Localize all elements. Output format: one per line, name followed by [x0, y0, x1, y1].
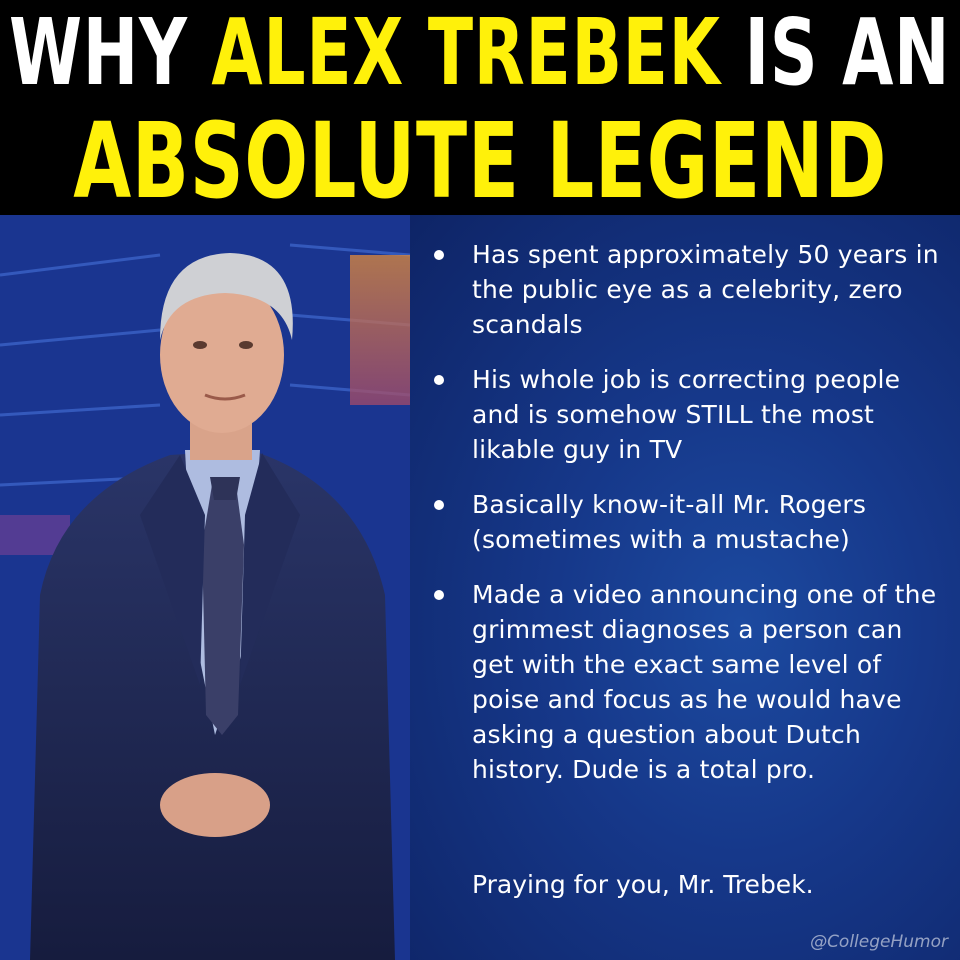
headline: WHY ALEX TREBEK IS AN ABSOLUTE LEGEND	[0, 0, 960, 215]
headline-white-end: IS AN	[721, 0, 951, 106]
bullet-text: Has spent approximately 50 years in the …	[472, 240, 939, 339]
text-panel: Has spent approximately 50 years in the …	[410, 215, 960, 960]
headline-line-2: ABSOLUTE LEGEND	[73, 99, 887, 222]
portrait-illustration	[0, 215, 410, 960]
watermark: @CollegeHumor	[810, 932, 948, 952]
headline-line-1: WHY ALEX TREBEK IS AN	[9, 6, 950, 99]
bullet-list: Has spent approximately 50 years in the …	[432, 237, 950, 807]
headline-highlight-name: ALEX TREBEK	[211, 0, 722, 106]
meme-card: WHY ALEX TREBEK IS AN ABSOLUTE LEGEND Ha…	[0, 0, 960, 960]
bullet-dot-icon	[434, 590, 444, 600]
portrait-photo	[0, 215, 410, 960]
bullet-text: His whole job is correcting people and i…	[472, 365, 901, 464]
clasped-hands	[160, 773, 270, 837]
closing-line: Praying for you, Mr. Trebek.	[472, 870, 814, 899]
bullet-text: Made a video announcing one of the grimm…	[472, 580, 937, 784]
bullet-text: Basically know-it-all Mr. Rogers (someti…	[472, 490, 867, 554]
list-item: Has spent approximately 50 years in the …	[432, 237, 950, 342]
bullet-dot-icon	[434, 250, 444, 260]
bullet-dot-icon	[434, 375, 444, 385]
headline-white-start: WHY	[9, 0, 212, 106]
bullet-dot-icon	[434, 500, 444, 510]
background-sunset-panel	[350, 255, 410, 405]
list-item: Basically know-it-all Mr. Rogers (someti…	[432, 487, 950, 557]
list-item: Made a video announcing one of the grimm…	[432, 577, 950, 787]
tie	[202, 485, 244, 735]
list-item: His whole job is correcting people and i…	[432, 362, 950, 467]
